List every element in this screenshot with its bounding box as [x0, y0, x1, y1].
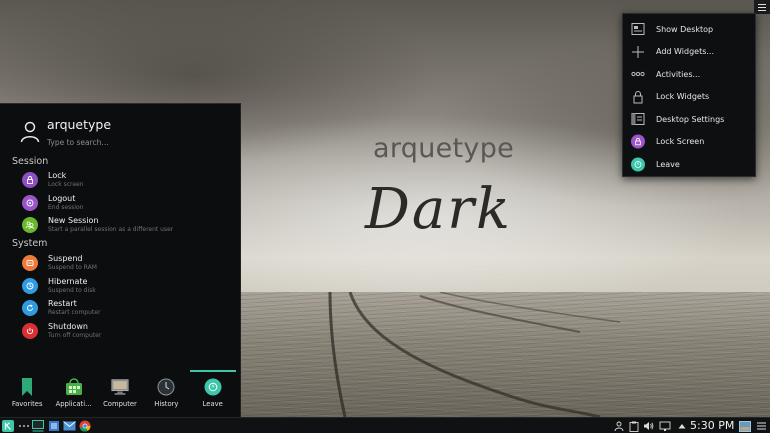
volume-icon[interactable] — [643, 420, 654, 432]
launcher-item-subtitle: Lock screen — [48, 181, 84, 188]
menu-item-lock-widgets[interactable]: Lock Widgets — [623, 86, 755, 109]
tab-label: History — [154, 400, 179, 408]
lock-icon — [22, 172, 38, 188]
applications-icon — [65, 378, 83, 396]
menu-item-label: Leave — [656, 159, 680, 169]
plus-icon — [631, 45, 645, 59]
wallpaper-subtitle: Dark — [365, 177, 512, 242]
launcher-item-hibernate[interactable]: Hibernate Suspend to disk — [0, 275, 240, 297]
activities-icon — [631, 67, 645, 81]
menu-item-label: Show Desktop — [656, 24, 714, 34]
tab-label: Favorites — [11, 400, 43, 408]
clipboard-icon[interactable] — [628, 420, 639, 432]
logout-icon — [22, 195, 38, 211]
application-launcher: arquetype Session Lock Lock screen Logou… — [0, 103, 241, 417]
restart-icon — [22, 300, 38, 316]
network-icon[interactable] — [659, 420, 671, 432]
menu-item-leave[interactable]: Leave — [623, 153, 755, 176]
desktop-settings-icon — [631, 112, 645, 126]
menu-item-label: Desktop Settings — [656, 114, 725, 124]
menu-item-label: Lock Screen — [656, 137, 705, 147]
system-tray-expand-icon[interactable] — [677, 420, 686, 432]
launcher-item-restart[interactable]: Restart Restart computer — [0, 297, 240, 319]
launcher-item-logout[interactable]: Logout End session — [0, 192, 240, 214]
mail-icon[interactable] — [63, 420, 76, 432]
launcher-tab-bar: Favorites Applicati... Computer History … — [0, 370, 240, 418]
launcher-item-subtitle: Start a parallel session as a different … — [48, 226, 174, 233]
tab-computer[interactable]: Computer — [97, 370, 143, 418]
menu-item-label: Lock Widgets — [656, 92, 710, 102]
hamburger-line — [758, 3, 766, 5]
launcher-item-title: Logout — [48, 194, 76, 203]
computer-icon — [111, 378, 129, 396]
launcher-item-lock[interactable]: Lock Lock screen — [0, 169, 240, 191]
leave-icon — [631, 157, 645, 172]
launcher-item-title: Suspend — [48, 254, 83, 263]
chrome-browser-icon[interactable] — [79, 420, 91, 432]
pager-dots-icon[interactable] — [18, 420, 30, 432]
menu-item-show-desktop[interactable]: Show Desktop — [623, 18, 755, 41]
menu-item-add-widgets[interactable]: Add Widgets... — [623, 41, 755, 64]
tab-label: Applicati... — [55, 400, 92, 408]
launcher-item-subtitle: Suspend to RAM — [48, 264, 97, 271]
launcher-item-title: Restart — [48, 299, 77, 308]
taskbar: 5:30 PM — [0, 417, 770, 433]
pager-desktop-icon[interactable] — [32, 420, 44, 432]
tab-label: Leave — [202, 400, 223, 408]
suspend-icon — [22, 255, 38, 271]
bookmark-icon — [18, 378, 36, 396]
menu-item-desktop-settings[interactable]: Desktop Settings — [623, 108, 755, 131]
launcher-item-title: Lock — [48, 171, 67, 180]
desktop-toolbox-button[interactable] — [754, 0, 770, 14]
launcher-item-new-session[interactable]: New Session Start a parallel session as … — [0, 214, 240, 236]
tab-history[interactable]: History — [143, 370, 189, 418]
lock-screen-icon — [631, 134, 645, 149]
search-input[interactable] — [47, 136, 227, 148]
hamburger-line — [758, 6, 766, 8]
menu-item-lock-screen[interactable]: Lock Screen — [623, 131, 755, 154]
menu-item-label: Add Widgets... — [656, 47, 714, 57]
history-icon — [157, 378, 175, 396]
users-icon — [22, 217, 38, 233]
user-name: arquetype — [47, 117, 112, 132]
tab-favorites[interactable]: Favorites — [4, 370, 50, 418]
desktop-toolbox-menu: Show Desktop Add Widgets... Activities..… — [622, 13, 756, 177]
section-heading-system: System — [12, 238, 48, 249]
file-manager-icon[interactable] — [48, 420, 60, 432]
menu-item-activities[interactable]: Activities... — [623, 63, 755, 86]
show-desktop-icon — [631, 22, 645, 36]
launcher-item-title: Shutdown — [48, 322, 88, 331]
launcher-item-shutdown[interactable]: Shutdown Turn off computer — [0, 320, 240, 342]
tab-applications[interactable]: Applicati... — [51, 370, 97, 418]
launcher-item-suspend[interactable]: Suspend Suspend to RAM — [0, 252, 240, 274]
wallpaper-title: arquetype — [373, 133, 515, 164]
show-desktop-button[interactable] — [739, 420, 751, 432]
launcher-item-subtitle: Turn off computer — [48, 332, 102, 339]
kde-launcher-button[interactable] — [2, 420, 14, 432]
hibernate-icon — [22, 278, 38, 294]
power-icon — [22, 323, 38, 339]
digital-clock[interactable]: 5:30 PM — [690, 418, 734, 433]
launcher-item-title: Hibernate — [48, 277, 88, 286]
section-heading-session: Session — [12, 156, 49, 167]
tab-leave[interactable]: Leave — [189, 370, 236, 418]
launcher-item-subtitle: Suspend to disk — [48, 287, 96, 294]
user-avatar-icon — [20, 121, 40, 143]
launcher-item-title: New Session — [48, 216, 99, 225]
leave-icon — [204, 378, 222, 396]
hamburger-line — [758, 9, 766, 11]
launcher-item-subtitle: End session — [48, 204, 84, 211]
lock-icon — [631, 90, 645, 104]
tab-label: Computer — [103, 400, 137, 408]
launcher-item-subtitle: Restart computer — [48, 309, 101, 316]
user-switch-icon[interactable] — [613, 420, 624, 432]
panel-menu-icon[interactable] — [756, 420, 766, 432]
menu-item-label: Activities... — [656, 69, 701, 79]
